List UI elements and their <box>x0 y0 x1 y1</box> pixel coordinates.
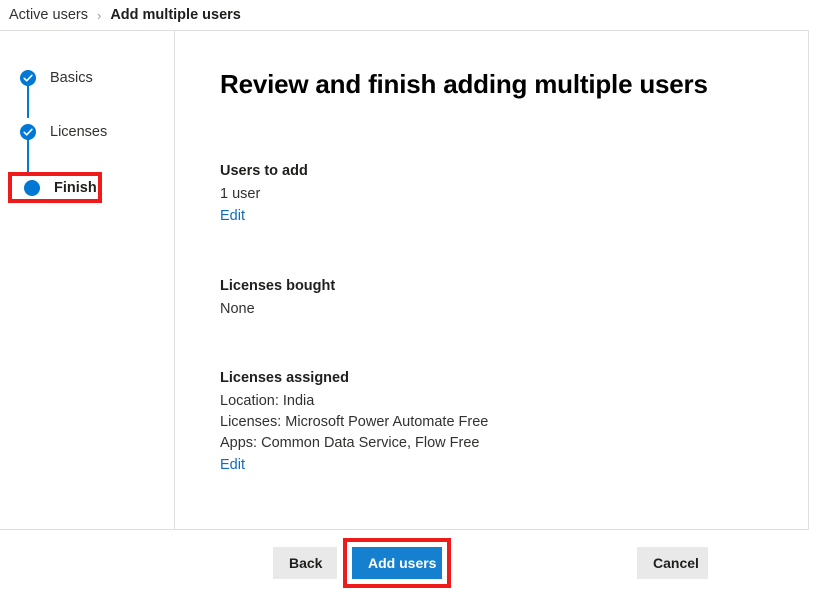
section-heading: Licenses bought <box>220 278 336 294</box>
wizard-panel: Basics Licenses Finish Review and finish… <box>0 30 809 530</box>
add-users-button[interactable]: Add users <box>352 547 442 579</box>
section-value: None <box>220 301 255 317</box>
section-licenses-assigned: Licenses assigned Location: India Licens… <box>220 370 808 474</box>
section-licenses-bought: Licenses bought None <box>220 278 808 317</box>
step-label: Finish <box>54 179 97 196</box>
section-value-apps: Apps: Common Data Service, Flow Free <box>220 435 480 451</box>
sidebar-step-finish[interactable]: Finish <box>8 172 102 203</box>
sidebar-step-basics[interactable]: Basics <box>0 64 174 92</box>
check-circle-icon <box>20 70 36 86</box>
sidebar-step-licenses[interactable]: Licenses <box>0 118 174 146</box>
check-circle-icon <box>20 124 36 140</box>
section-value-location: Location: India <box>220 393 315 409</box>
breadcrumb: Active users › Add multiple users <box>0 0 817 30</box>
edit-licenses-link[interactable]: Edit <box>220 457 245 473</box>
filled-circle-icon <box>24 179 40 196</box>
section-users-to-add: Users to add 1 user Edit <box>220 163 808 225</box>
breadcrumb-link-active-users[interactable]: Active users <box>9 7 88 23</box>
step-navigation: Basics Licenses Finish <box>0 31 175 529</box>
cancel-button[interactable]: Cancel <box>637 547 708 579</box>
page-title: Review and finish adding multiple users <box>220 69 708 99</box>
section-heading: Licenses assigned <box>220 370 349 386</box>
review-pane: Review and finish adding multiple users … <box>175 31 808 529</box>
back-button[interactable]: Back <box>273 547 337 579</box>
step-label: Basics <box>50 70 93 86</box>
edit-users-link[interactable]: Edit <box>220 208 245 224</box>
wizard-footer: Back Add users Cancel <box>0 531 809 594</box>
chevron-right-icon: › <box>96 7 102 23</box>
section-value: 1 user <box>220 186 261 202</box>
section-heading: Users to add <box>220 163 308 179</box>
step-label: Licenses <box>50 124 108 140</box>
breadcrumb-current-page: Add multiple users <box>110 7 241 23</box>
section-value-licenses: Licenses: Microsoft Power Automate Free <box>220 414 489 430</box>
